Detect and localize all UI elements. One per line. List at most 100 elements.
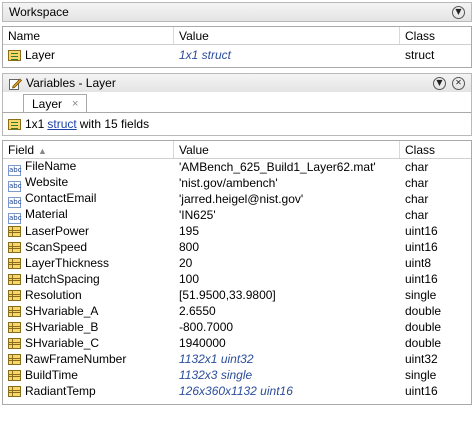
variable-editor-icon — [9, 78, 22, 90]
workspace-header-row: Name Value Class — [3, 27, 471, 45]
table-row[interactable]: Resolution [51.9500,33.9800] single — [3, 287, 471, 303]
field-name: SHvariable_A — [25, 304, 99, 318]
field-name-cell[interactable]: abc ContactEmail — [3, 191, 174, 208]
matrix-icon — [8, 290, 21, 301]
field-name-cell[interactable]: ScanSpeed — [3, 240, 174, 254]
table-row[interactable]: LaserPower 195 uint16 — [3, 223, 471, 239]
matrix-icon — [8, 386, 21, 397]
workspace-var-value[interactable]: 1x1 struct — [174, 48, 400, 62]
chevron-down-icon[interactable]: ▼ — [452, 5, 465, 19]
table-row[interactable]: RawFrameNumber 1132x1 uint32 uint32 — [3, 351, 471, 367]
field-name-cell[interactable]: SHvariable_C — [3, 336, 174, 350]
table-row[interactable]: abc FileName 'AMBench_625_Build1_Layer62.m… — [3, 159, 471, 176]
field-value[interactable]: -800.7000 — [174, 320, 400, 334]
variables-title: Variables - Layer — [26, 76, 116, 90]
fields-col-class[interactable]: Class — [400, 141, 471, 158]
field-name-cell[interactable]: SHvariable_B — [3, 320, 174, 334]
field-name: LayerThickness — [25, 256, 110, 270]
field-name-cell[interactable]: HatchSpacing — [3, 272, 174, 286]
field-class: uint16 — [405, 240, 438, 254]
fields-body: abc FileName 'AMBench_625_Build1_Layer62.m… — [3, 159, 471, 399]
field-name-cell[interactable]: RawFrameNumber — [3, 352, 174, 366]
workspace-var-name-text: Layer — [25, 48, 56, 62]
field-value[interactable]: 800 — [174, 240, 400, 254]
matrix-icon — [8, 274, 21, 285]
field-name: Resolution — [25, 288, 82, 302]
field-name-cell[interactable]: RadiantTemp — [3, 384, 174, 398]
workspace-col-name[interactable]: Name — [3, 27, 174, 44]
field-value[interactable]: 1132x3 single — [174, 368, 400, 382]
field-value[interactable]: 100 — [174, 272, 400, 286]
workspace-row-layer[interactable]: Layer 1x1 struct struct — [3, 45, 471, 65]
matrix-icon — [8, 338, 21, 349]
fields-table: Field ▲ Value Class abc FileName 'AMBench_6… — [2, 140, 472, 405]
table-row[interactable]: RadiantTemp 126x360x1132 uint16 uint16 — [3, 383, 471, 399]
struct-field-count: with 15 fields — [79, 117, 150, 131]
field-name-cell[interactable]: SHvariable_A — [3, 304, 174, 318]
table-row[interactable]: abc Material 'IN625' char — [3, 207, 471, 224]
table-row[interactable]: abc Website'nist.gov/ambench' char — [3, 175, 471, 192]
field-name-cell[interactable]: LaserPower — [3, 224, 174, 238]
table-row[interactable]: SHvariable_C 1940000 double — [3, 335, 471, 351]
table-row[interactable]: HatchSpacing 100 uint16 — [3, 271, 471, 287]
matrix-icon — [8, 354, 21, 365]
table-row[interactable]: BuildTime 1132x3 single single — [3, 367, 471, 383]
field-name-cell[interactable]: abc FileName — [3, 159, 174, 176]
field-name: LaserPower — [25, 224, 90, 238]
matrix-icon — [8, 258, 21, 269]
field-name-cell[interactable]: LayerThickness — [3, 256, 174, 270]
fields-col-field[interactable]: Field ▲ — [3, 141, 174, 158]
workspace-col-value[interactable]: Value — [174, 27, 400, 44]
field-value[interactable]: 20 — [174, 256, 400, 270]
fields-col-field-label: Field — [8, 143, 35, 157]
field-value[interactable]: 195 — [174, 224, 400, 238]
field-name-cell[interactable]: BuildTime — [3, 368, 174, 382]
field-class: uint16 — [405, 224, 438, 238]
workspace-table: Name Value Class Layer 1x1 struct struct — [2, 26, 472, 68]
struct-size: 1x1 — [25, 117, 45, 131]
field-value[interactable]: 2.6550 — [174, 304, 400, 318]
field-class: uint8 — [405, 256, 432, 270]
field-value[interactable]: 'AMBench_625_Build1_Layer62.mat' — [174, 160, 400, 174]
fields-col-value[interactable]: Value — [174, 141, 400, 158]
field-name: ContactEmail — [25, 190, 97, 205]
char-icon: abc — [8, 212, 22, 224]
struct-icon — [8, 118, 21, 130]
field-class: double — [405, 320, 442, 334]
field-value[interactable]: 'jarred.heigel@nist.gov' — [174, 192, 400, 206]
field-value[interactable]: 1940000 — [174, 336, 400, 350]
table-row[interactable]: LayerThickness 20 uint8 — [3, 255, 471, 271]
tab-close-icon[interactable]: × — [72, 98, 78, 110]
table-row[interactable]: SHvariable_A 2.6550 double — [3, 303, 471, 319]
tab-layer[interactable]: Layer × — [23, 94, 87, 113]
field-name: Website — [25, 174, 69, 189]
sort-ascending-icon: ▲ — [38, 146, 47, 156]
field-name-cell[interactable]: abc Material — [3, 207, 174, 224]
chevron-down-icon[interactable]: ▼ — [433, 76, 446, 90]
field-class: single — [405, 288, 437, 302]
table-row[interactable]: abc ContactEmail'jarred.heigel@nist.gov' c… — [3, 191, 471, 208]
workspace-var-name[interactable]: Layer — [3, 48, 174, 62]
field-value[interactable]: 'nist.gov/ambench' — [174, 176, 400, 190]
struct-class-link[interactable]: struct — [47, 117, 76, 131]
field-value[interactable]: 1132x1 uint32 — [174, 352, 400, 366]
char-icon: abc — [8, 180, 22, 192]
field-value[interactable]: [51.9500,33.9800] — [174, 288, 400, 302]
tab-layer-label: Layer — [32, 96, 63, 111]
matrix-icon — [8, 242, 21, 253]
table-row[interactable]: SHvariable_B -800.7000 double — [3, 319, 471, 335]
workspace-col-class[interactable]: Class — [400, 27, 471, 44]
field-class: char — [405, 208, 429, 222]
field-name: RadiantTemp — [25, 384, 96, 398]
close-icon[interactable]: ✕ — [452, 76, 465, 90]
workspace-title: Workspace — [9, 5, 69, 19]
field-value[interactable]: 'IN625' — [174, 208, 400, 222]
field-name-cell[interactable]: abc Website — [3, 175, 174, 192]
table-row[interactable]: ScanSpeed 800 uint16 — [3, 239, 471, 255]
struct-icon — [8, 50, 21, 61]
matrix-icon — [8, 226, 21, 237]
field-value[interactable]: 126x360x1132 uint16 — [174, 384, 400, 398]
field-name-cell[interactable]: Resolution — [3, 288, 174, 302]
char-icon: abc — [8, 196, 22, 208]
field-class: double — [405, 336, 442, 350]
